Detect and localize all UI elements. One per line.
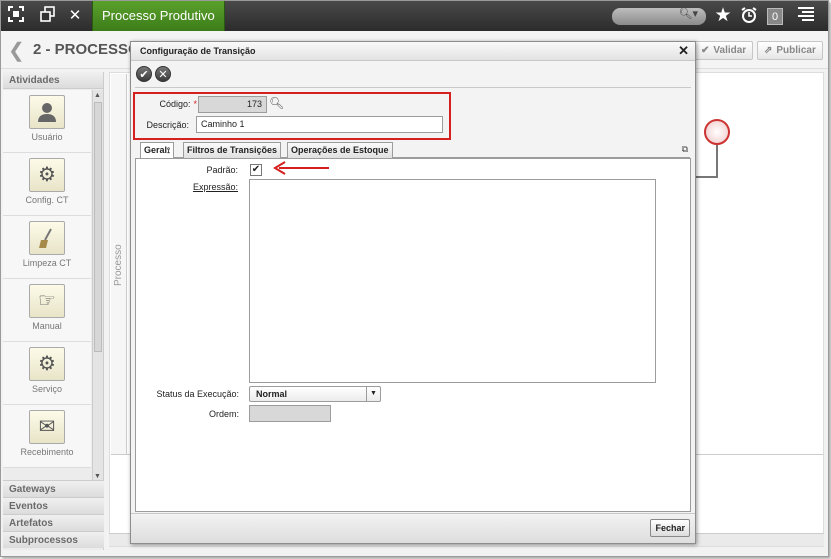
palette-item-usuario[interactable]: Usuário — [3, 90, 91, 153]
sequence-flow[interactable] — [716, 145, 718, 178]
tab-geral-label: Geral — [144, 145, 168, 155]
red-arrow-icon — [273, 161, 329, 175]
user-icon — [29, 95, 65, 129]
publish-button[interactable]: ⇗ Publicar — [757, 41, 823, 60]
transition-config-dialog: Configuração de Transição ✕ ✔ ✕ Código: *… — [130, 41, 696, 544]
status-label: Status da Execução: — [156, 389, 239, 399]
publish-label: Publicar — [776, 45, 816, 56]
menu-icon[interactable] — [796, 6, 816, 26]
close-icon[interactable]: ✕ — [65, 6, 85, 26]
ordem-field[interactable] — [249, 405, 331, 422]
page-title: 2 - PROCESSO — [33, 41, 140, 58]
codigo-label-text: Código: — [159, 99, 191, 109]
app-window: ✕ Processo Produtivo 🔍︎▾ ★ 0 ❮ 2 - PROCE… — [0, 0, 829, 557]
activity-palette: Atividades Usuário ⚙ Config. CT Limpeza … — [3, 72, 104, 550]
palette-item-manual[interactable]: ☞ Manual — [3, 279, 91, 342]
check-icon: ✔ — [701, 45, 710, 56]
star-icon[interactable]: ★ — [713, 6, 733, 26]
palette-item-label: Recebimento — [20, 447, 74, 457]
top-bar: ✕ Processo Produtivo 🔍︎▾ ★ 0 — [1, 1, 828, 31]
palette-item-limpeza-ct[interactable]: Limpeza CT — [3, 216, 91, 279]
chevron-down-icon[interactable]: ▼ — [366, 387, 380, 401]
palette-item-label: Limpeza CT — [22, 258, 72, 268]
codigo-field[interactable]: 173 — [198, 96, 267, 113]
edit-icon: ⟟ — [167, 146, 170, 155]
padrao-label: Padrão: — [206, 165, 238, 175]
confirm-button[interactable]: ✔ — [136, 66, 152, 82]
search-icon[interactable]: 🔍︎ — [269, 96, 284, 110]
palette-item-label: Serviço — [31, 384, 62, 394]
tab-bar: Geral⟟ Filtros de Transições Operações d… — [140, 142, 690, 159]
tab-content-geral: Padrão: ✔ Expressão: Status da Execução:… — [135, 158, 691, 512]
descricao-field[interactable]: Caminho 1 — [196, 116, 443, 133]
padrao-checkbox[interactable]: ✔ — [250, 164, 262, 176]
palette-section-artefatos[interactable]: Artefatos — [3, 514, 104, 531]
ordem-label: Ordem: — [208, 409, 239, 419]
required-icon: * — [193, 99, 197, 109]
codigo-label: Código: * — [141, 99, 197, 109]
cancel-button[interactable]: ✕ — [155, 66, 171, 82]
palette-section-subprocessos[interactable]: Subprocessos — [3, 531, 104, 548]
tab-operacoes-de-estoque[interactable]: Operações de Estoque — [287, 142, 393, 158]
palette-item-config-ct[interactable]: ⚙ Config. CT — [3, 153, 91, 216]
gears-icon: ⚙ — [29, 347, 65, 381]
notification-badge[interactable]: 0 — [767, 8, 783, 25]
tab-geral[interactable]: Geral⟟ — [140, 142, 174, 159]
scroll-up-icon[interactable]: ▲ — [94, 92, 101, 99]
expressao-label[interactable]: Expressão: — [156, 182, 238, 192]
palette-item-label: Usuário — [31, 132, 63, 142]
share-icon: ⇗ — [764, 45, 773, 56]
tab-processo-produtivo[interactable]: Processo Produtivo — [92, 1, 225, 31]
copy-icon[interactable]: ⧉ — [682, 144, 688, 155]
palette-section-eventos[interactable]: Eventos — [3, 497, 104, 514]
palette-item-recebimento[interactable]: ✉ Recebimento — [3, 405, 91, 468]
fullscreen-icon[interactable] — [6, 6, 26, 26]
restore-window-icon[interactable] — [38, 6, 58, 26]
broom-icon — [29, 221, 65, 255]
close-icon[interactable]: ✕ — [678, 43, 689, 59]
status-select[interactable]: Normal ▼ — [249, 386, 381, 402]
dialog-title: Configuração de Transição — [131, 42, 695, 61]
search-input[interactable]: 🔍︎▾ — [612, 8, 706, 25]
palette-item-label: Config. CT — [25, 195, 69, 205]
palette-header[interactable]: Atividades — [3, 72, 103, 89]
validate-label: Validar — [713, 45, 747, 56]
check-icon: ✔ — [139, 69, 149, 81]
palette-item-label: Manual — [32, 321, 62, 331]
descricao-label: Descrição: — [146, 120, 189, 130]
divider — [135, 87, 691, 88]
search-icon[interactable]: 🔍︎▾ — [679, 7, 699, 20]
expressao-textarea[interactable] — [249, 179, 656, 383]
palette-section-gateways[interactable]: Gateways — [3, 480, 104, 497]
palette-list: Usuário ⚙ Config. CT Limpeza CT ☞ Manual… — [3, 90, 91, 470]
gear-icon: ⚙ — [29, 158, 65, 192]
scroll-thumb[interactable] — [94, 102, 102, 352]
scroll-down-icon[interactable]: ▼ — [94, 473, 101, 480]
fechar-button[interactable]: Fechar — [650, 519, 690, 537]
alarm-clock-icon[interactable] — [739, 6, 759, 26]
process-lane-label: Processo — [113, 244, 124, 286]
dialog-footer: Fechar — [131, 513, 695, 543]
hand-icon: ☞ — [29, 284, 65, 318]
status-value: Normal — [256, 389, 288, 399]
chevron-left-icon[interactable]: ❮ — [8, 38, 25, 63]
validate-button[interactable]: ✔ Validar — [694, 41, 754, 60]
envelope-icon: ✉ — [29, 410, 65, 444]
palette-scrollbar[interactable]: ▲ ▼ — [92, 90, 103, 482]
palette-item-servico[interactable]: ⚙ Serviço — [3, 342, 91, 405]
close-icon: ✕ — [158, 69, 168, 81]
end-event[interactable] — [704, 119, 730, 145]
tab-filtros-de-transicoes[interactable]: Filtros de Transições — [183, 142, 282, 158]
